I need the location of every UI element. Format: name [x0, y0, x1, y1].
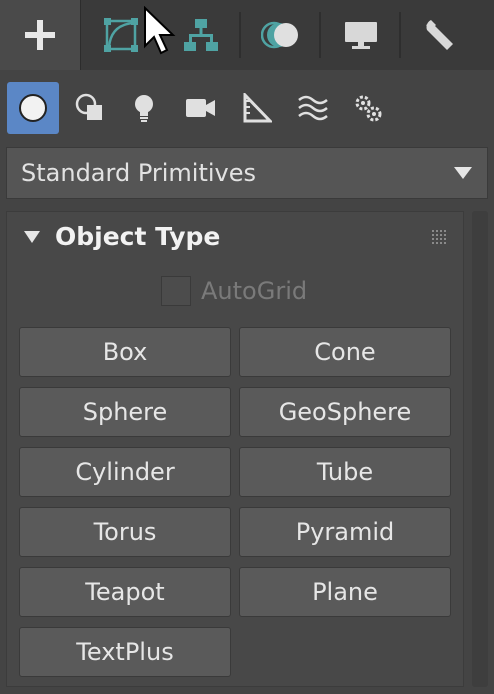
- category-space-warps-button[interactable]: [287, 82, 339, 134]
- camera-icon: [186, 99, 215, 117]
- cylinder-button[interactable]: Cylinder: [19, 447, 231, 497]
- pyramid-button[interactable]: Pyramid: [239, 507, 451, 557]
- tab-display[interactable]: [321, 0, 401, 70]
- command-panel-tabs: [0, 0, 494, 70]
- dropdown-value: Standard Primitives: [21, 159, 256, 187]
- tab-utilities[interactable]: [401, 0, 481, 70]
- rollout-header[interactable]: Object Type: [7, 212, 463, 262]
- light-bulb-icon: [135, 95, 153, 122]
- drag-handle-icon[interactable]: [431, 229, 447, 245]
- autogrid-label: AutoGrid: [201, 277, 308, 305]
- tab-motion[interactable]: [241, 0, 321, 70]
- sphere-button[interactable]: Sphere: [19, 387, 231, 437]
- plane-button[interactable]: Plane: [239, 567, 451, 617]
- wrench-icon: [426, 20, 453, 50]
- object-type-rollout: Object Type AutoGrid Box Cone Sphere Geo…: [6, 211, 464, 687]
- category-systems-button[interactable]: [342, 82, 394, 134]
- helper-ruler-icon: [243, 93, 272, 123]
- mouse-cursor-icon: [144, 6, 176, 55]
- waves-icon: [298, 95, 328, 121]
- tab-create[interactable]: [0, 0, 81, 70]
- hierarchy-icon: [184, 19, 218, 51]
- autogrid-checkbox[interactable]: [161, 276, 191, 306]
- chevron-down-icon: [454, 167, 472, 179]
- category-shapes-button[interactable]: [64, 82, 116, 134]
- gears-icon: [355, 95, 382, 122]
- panel-scrollbar[interactable]: [472, 211, 488, 687]
- command-panel: Standard Primitives Object Type AutoGrid…: [0, 0, 494, 694]
- category-geometry-button[interactable]: [7, 82, 59, 134]
- modify-icon: [104, 18, 138, 52]
- display-icon: [345, 22, 377, 49]
- motion-icon: [261, 21, 298, 49]
- object-category-toolbar: [0, 70, 494, 146]
- box-button[interactable]: Box: [19, 327, 231, 377]
- teapot-button[interactable]: Teapot: [19, 567, 231, 617]
- tube-button[interactable]: Tube: [239, 447, 451, 497]
- autogrid-checkbox-row: AutoGrid: [161, 276, 307, 306]
- collapse-triangle-icon: [24, 231, 40, 243]
- plus-icon: [25, 20, 55, 50]
- category-helpers-button[interactable]: [231, 82, 283, 134]
- category-cameras-button[interactable]: [175, 82, 227, 134]
- category-lights-button[interactable]: [118, 82, 170, 134]
- geosphere-button[interactable]: GeoSphere: [239, 387, 451, 437]
- shapes-icon: [75, 93, 102, 120]
- sphere-icon: [19, 94, 47, 122]
- object-category-dropdown[interactable]: Standard Primitives: [6, 147, 488, 199]
- torus-button[interactable]: Torus: [19, 507, 231, 557]
- textplus-button[interactable]: TextPlus: [19, 627, 231, 677]
- rollout-title: Object Type: [55, 222, 221, 251]
- cone-button[interactable]: Cone: [239, 327, 451, 377]
